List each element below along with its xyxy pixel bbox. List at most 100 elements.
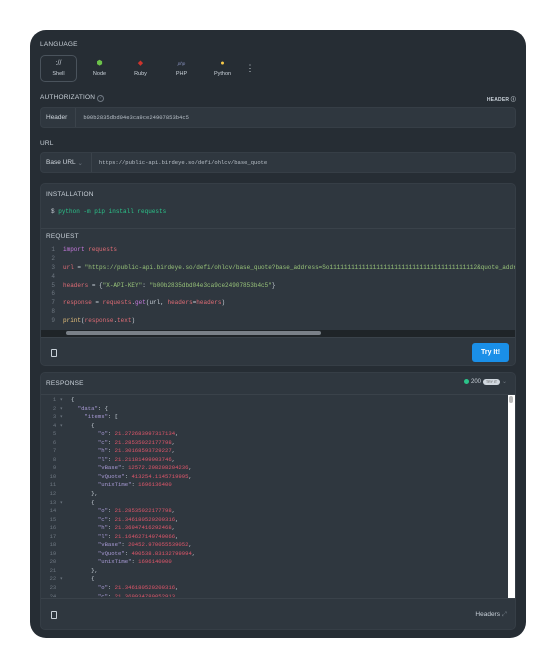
expand-icon: ⤢ (501, 611, 507, 618)
code-token: headers (196, 299, 222, 307)
code-line: 15 "c": 21.346180520200316, (41, 516, 515, 525)
code-line: 2 (41, 255, 515, 264)
code-line: 5 "o": 21.272683997317134, (41, 430, 515, 439)
code-token: requests (102, 299, 132, 307)
horizontal-scrollbar-thumb[interactable] (66, 331, 321, 335)
code-token: , (175, 592, 179, 597)
headers-button[interactable]: Headers ⤢ (475, 611, 507, 619)
api-key-input[interactable]: b00b2835dbd04e3ca9ce24907853b4c5 (76, 114, 189, 121)
divider (41, 337, 515, 338)
language-name: Shell (52, 71, 65, 77)
line-number: 19 (49, 549, 63, 557)
code-token: response (63, 299, 92, 307)
language-tab-ruby[interactable]: ◆ Ruby (122, 55, 159, 82)
code-token: }, (71, 490, 98, 498)
language-tab-shell[interactable]: :// Shell (40, 55, 77, 82)
line-number: 6 (52, 438, 63, 446)
language-name: Python (213, 71, 232, 77)
base-url-select[interactable]: Base URL ⌄ (41, 153, 92, 172)
code-line: 7 "h": 21.30168593729227, (41, 447, 515, 456)
python-icon: ● (220, 60, 225, 67)
line-number: 15 (49, 515, 63, 523)
code-token: , (171, 438, 176, 446)
header-toggle[interactable]: HEADER ⓘ (487, 96, 516, 103)
code-token: print (63, 317, 82, 325)
code-token: 413254.1145719995 (131, 472, 189, 480)
code-token: "h" (71, 447, 108, 455)
code-line: 9 print(response.text) (41, 317, 515, 326)
code-line: 19 "vQuote": 490538.83132799994, (41, 550, 515, 559)
line-number[interactable]: 2 ▾ (41, 405, 71, 414)
line-number[interactable]: 4 ▾ (41, 422, 71, 431)
install-command: $ python -m pip install requests (51, 208, 166, 215)
code-token: 21.28535022177798 (114, 507, 172, 515)
code-line: 13 ▾ { (41, 499, 515, 508)
request-code: 1 import requests 2 3 url = "https://public-… (41, 246, 515, 326)
code-token: "o" (71, 430, 108, 438)
language-name: PHP (175, 71, 188, 77)
help-icon[interactable]: ? (97, 95, 105, 102)
line-number: 9 (51, 317, 55, 325)
line-number: 12 (49, 490, 63, 498)
line-number: 1 (51, 246, 55, 253)
line-number: 16 (49, 524, 63, 532)
code-token: } (271, 281, 276, 289)
line-number: 4 (51, 272, 55, 280)
code-token: , (175, 430, 179, 438)
code-token: ) (221, 299, 226, 307)
url-input[interactable]: https://public-api.birdeye.so/defi/ohlcv… (92, 159, 267, 166)
code-line: 3 ▾ "items": [ (41, 413, 515, 422)
code-token: , (188, 472, 192, 480)
line-number[interactable]: 3 ▾ (41, 413, 71, 422)
code-line: 23 "o": 21.346180520200316, (41, 584, 515, 593)
headers-label: Headers (475, 611, 500, 618)
chevron-down-icon: ⌄ (501, 379, 507, 385)
code-token: = (91, 299, 103, 307)
code-token: , (191, 549, 196, 557)
code-token: 1696136400 (138, 481, 172, 489)
base-url-label: Base URL (46, 159, 76, 166)
authorization-field[interactable]: Header b00b2835dbd04e3ca9ce24907853b4c5 (40, 107, 516, 128)
status-selector[interactable]: 200 TRY IT ⌄ (463, 378, 507, 385)
code-token: headers (63, 281, 89, 289)
code-line: 22 ▾ { (41, 575, 515, 584)
line-number: 5 (51, 281, 55, 289)
language-tab-node[interactable]: ⬢ Node (81, 55, 118, 82)
code-line: 6 (41, 290, 515, 299)
code-token: "l" (71, 455, 108, 463)
code-token: }, (71, 566, 98, 574)
header-toggle-label: HEADER (486, 97, 510, 103)
horizontal-scrollbar-track[interactable] (41, 330, 515, 337)
line-number: 21 (49, 566, 63, 574)
line-number[interactable]: 1 ▾ (41, 396, 71, 405)
code-token: 21.346180520200316 (114, 515, 176, 523)
code-line: 11 "unixTime": 1696136400 (41, 481, 515, 490)
ruby-icon: ◆ (137, 60, 144, 67)
try-it-button[interactable]: Try It! (472, 343, 509, 362)
copy-icon[interactable] (51, 349, 57, 357)
vertical-scrollbar-thumb[interactable] (509, 396, 513, 403)
code-token: "l" (71, 532, 108, 540)
code-token: 1696140000 (138, 558, 172, 566)
code-token: "items" (71, 413, 108, 421)
language-tab-python[interactable]: ● Python (204, 55, 241, 82)
code-token: : (107, 447, 115, 455)
vertical-scrollbar-track[interactable] (508, 395, 515, 598)
code-token: "c" (71, 592, 108, 597)
prompt-symbol: $ (51, 208, 55, 215)
authorization-text: AUTHORIZATION (40, 94, 96, 101)
language-tab-php[interactable]: php PHP (163, 55, 200, 82)
more-languages-icon[interactable]: ⋮ (245, 55, 255, 82)
copy-icon[interactable] (51, 611, 57, 619)
line-number[interactable]: 22 ▾ (41, 575, 71, 584)
code-line: 24 "c": 21.369934789052913, (41, 593, 515, 597)
code-token: , (171, 507, 176, 515)
url-field[interactable]: Base URL ⌄ https://public-api.birdeye.so… (40, 152, 516, 173)
response-body: 1 ▾{2 ▾ "data": {3 ▾ "items": [4 ▾ {5 "o… (41, 396, 515, 597)
line-number: 18 (49, 541, 63, 549)
line-number[interactable]: 13 ▾ (41, 499, 71, 508)
code-token: "https://public-api.birdeye.so/defi/ohlc… (84, 263, 515, 271)
chevron-down-icon: ⌄ (77, 159, 83, 167)
code-line: 8 (41, 308, 515, 317)
code-line: 14 "o": 21.28535022177798, (41, 507, 515, 516)
